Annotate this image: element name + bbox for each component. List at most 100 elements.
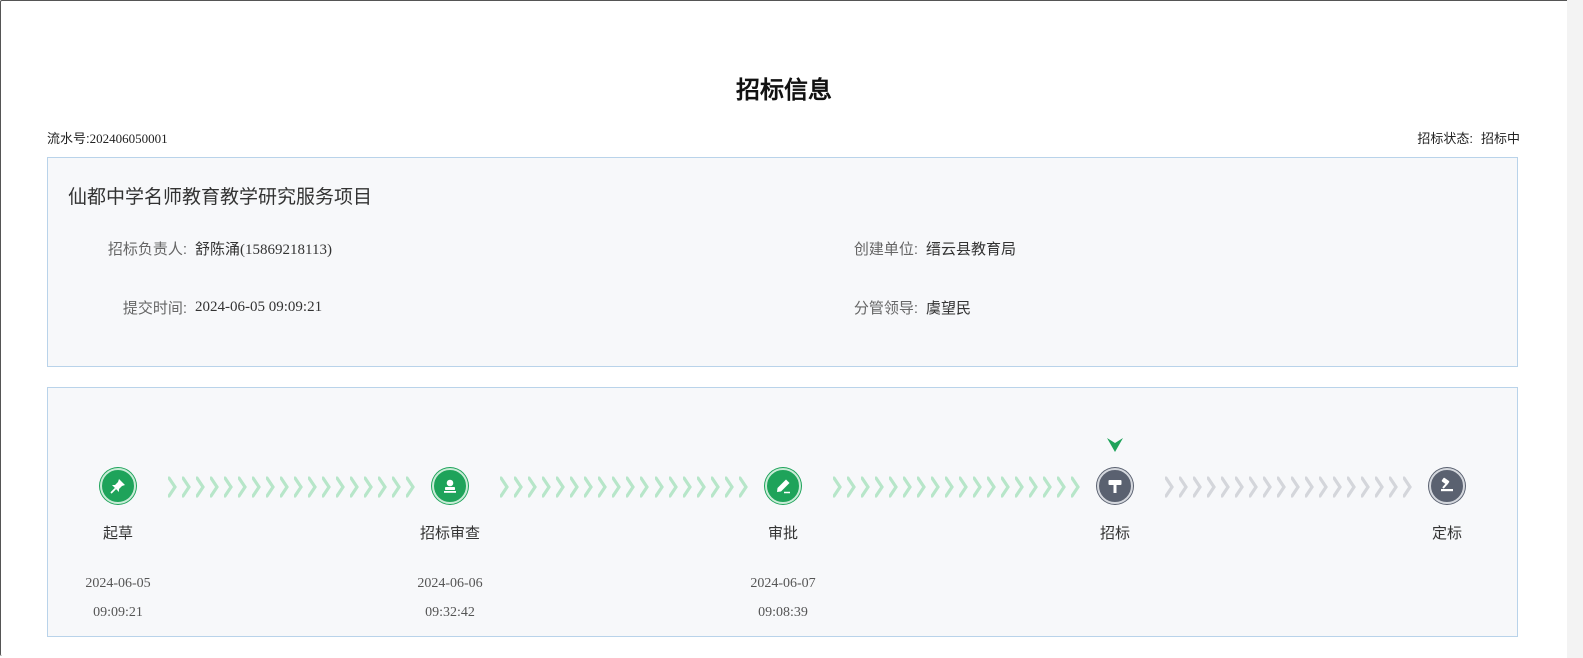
chevron-right-icon [986,476,996,498]
chevron-right-icon [944,476,954,498]
current-step-arrow-icon [1106,436,1124,459]
step-name: 招标审查 [419,525,480,542]
chevron-right-icon [1360,476,1370,498]
chevron-right-icon [1346,476,1356,498]
step-datetime: 2024-06-05 09:09:21 [48,569,188,627]
field-leader: 分管领导: 虞望民 [828,297,971,318]
chevron-right-icon [639,476,650,498]
chevron-right-icon [569,476,580,498]
chevron-right-icon [349,476,359,498]
field-submit-time: 提交时间: 2024-06-05 09:09:21 [97,297,322,318]
chevron-right-icon [625,476,636,498]
connector-0 [167,476,415,498]
chevron-right-icon [1290,476,1300,498]
bid-status: 招标状态: 招标中 [1417,128,1520,147]
chevron-right-icon [335,476,345,498]
meta-row: 流水号:202406050001 招标状态: 招标中 [47,128,1520,147]
connector-3 [1164,476,1412,498]
serial-value: 202406050001 [89,131,168,146]
scrollbar-track[interactable] [1567,0,1583,658]
field-creator-unit: 创建单位: 缙云县教育局 [828,238,1016,259]
chevron-right-icon [1014,476,1024,498]
chevron-right-icon [195,476,205,498]
chevron-right-icon [541,476,552,498]
serial-label: 流水号: [47,131,90,146]
chevron-right-icon [209,476,219,498]
stamp-icon [432,468,468,504]
chevron-right-icon [902,476,912,498]
chevron-right-icon [1276,476,1286,498]
chevron-right-icon [527,476,538,498]
step-datetime: 2024-06-07 09:08:39 [713,569,853,627]
chevron-right-icon [1262,476,1272,498]
step-name: 定标 [1431,525,1462,542]
chevron-right-icon [555,476,566,498]
chevron-right-icon [363,476,373,498]
chevron-right-icon [321,476,331,498]
chevron-right-icon [972,476,982,498]
pin-icon [100,468,136,504]
connector-1 [499,476,748,498]
gavel-icon [1429,468,1465,504]
step-name: 起草 [102,525,133,542]
step-approval[interactable]: 审批 2024-06-07 09:08:39 [713,468,853,627]
step-time: 09:09:21 [93,605,143,620]
status-value: 招标中 [1480,131,1520,146]
chevron-right-icon [279,476,289,498]
field-label: 创建单位: [853,241,918,258]
page-title: 招标信息 [736,76,832,104]
chevron-right-icon [251,476,261,498]
chevron-right-icon [583,476,594,498]
hammer-icon [1097,468,1133,504]
chevron-right-icon [667,476,678,498]
step-time: 09:32:42 [425,605,475,620]
chevron-right-icon [860,476,870,498]
project-info-panel: 仙都中学名师教育教学研究服务项目 招标负责人: 舒陈涌(15869218113)… [47,157,1518,367]
project-name: 仙都中学名师教育教学研究服务项目 [68,187,373,208]
serial-number: 流水号:202406050001 [47,128,168,147]
field-value: 舒陈涌(15869218113) [195,242,332,258]
step-bidding[interactable]: 招标 [1045,468,1185,543]
field-value: 虞望民 [926,299,972,317]
step-datetime: 2024-06-06 09:32:42 [380,569,520,627]
chevron-right-icon [958,476,968,498]
chevron-right-icon [916,476,926,498]
step-time: 09:08:39 [758,605,808,620]
step-bid-review[interactable]: 招标审查 2024-06-06 09:32:42 [380,468,520,627]
chevron-right-icon [1318,476,1328,498]
field-label: 招标负责人: [107,241,187,258]
chevron-right-icon [1000,476,1010,498]
chevron-right-icon [265,476,275,498]
step-date: 2024-06-06 [417,576,483,591]
chevron-right-icon [237,476,247,498]
chevron-right-icon [930,476,940,498]
chevron-right-icon [1028,476,1038,498]
connector-2 [832,476,1080,498]
step-date: 2024-06-05 [85,576,151,591]
chevron-right-icon [611,476,622,498]
step-name: 审批 [767,525,798,542]
chevron-right-icon [696,476,706,498]
chevron-right-icon [1304,476,1314,498]
pen-icon [765,468,801,504]
chevron-right-icon [1248,476,1258,498]
chevron-right-icon [597,476,608,498]
step-draft[interactable]: 起草 2024-06-05 09:09:21 [48,468,188,627]
chevron-right-icon [653,476,664,498]
field-bid-manager: 招标负责人: 舒陈涌(15869218113) [97,238,332,259]
step-date: 2024-06-07 [750,576,816,591]
chevron-right-icon [1206,476,1216,498]
chevron-right-icon [682,476,692,498]
chevron-right-icon [888,476,898,498]
chevron-right-icon [1234,476,1244,498]
chevron-right-icon [1192,476,1202,498]
workflow-panel: 起草 2024-06-05 09:09:21 招标审查 2024-06-06 09:… [47,387,1518,637]
field-label: 分管领导: [853,300,918,317]
chevron-right-icon [307,476,317,498]
field-label: 提交时间: [122,300,187,317]
chevron-right-icon [293,476,303,498]
chevron-right-icon [223,476,233,498]
chevron-right-icon [1220,476,1230,498]
step-award[interactable]: 定标 [1377,468,1517,543]
step-name: 招标 [1099,525,1130,542]
